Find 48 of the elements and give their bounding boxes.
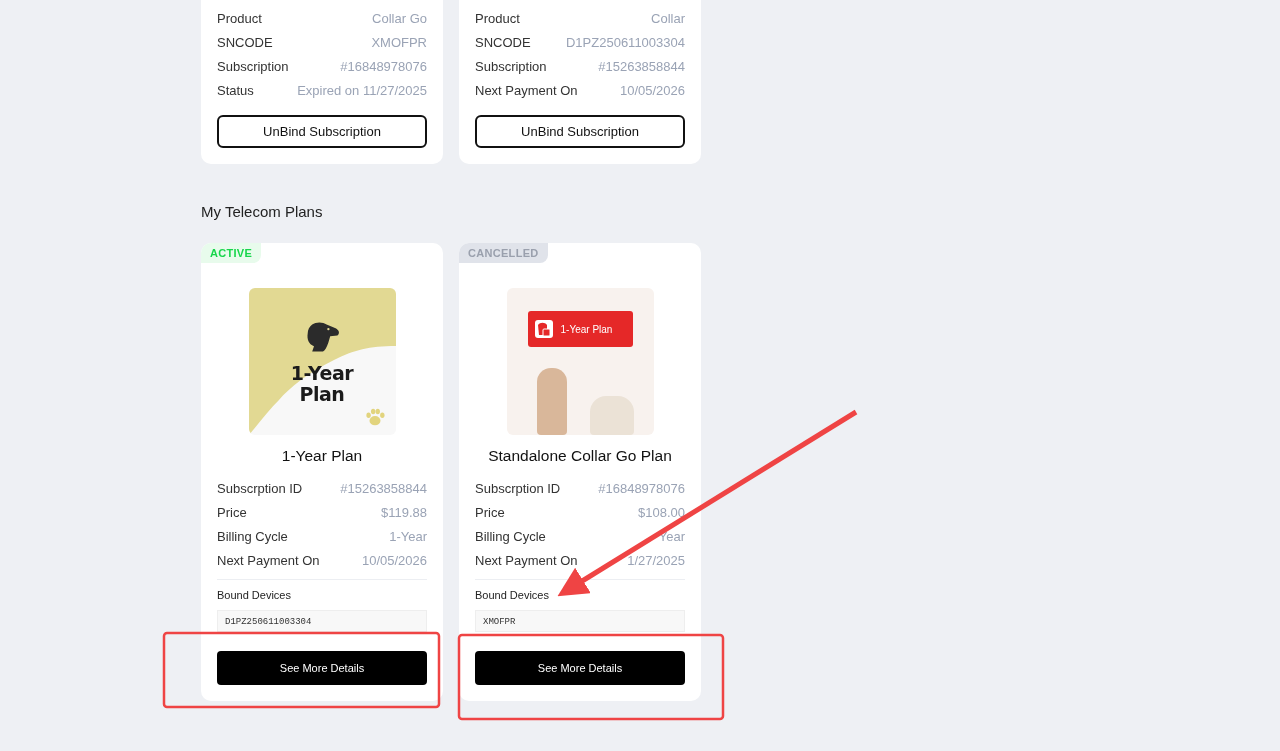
field-label: Product <box>217 10 262 26</box>
field-label: Bound Devices <box>217 589 292 603</box>
field-label: Product <box>475 10 520 26</box>
field-label: Subscrption ID <box>217 480 303 496</box>
details-button[interactable]: See More Details <box>475 651 685 685</box>
field-value: XMOFPR <box>371 34 427 50</box>
field-value: 10/05/2026 <box>361 552 427 568</box>
field-value: 1/27/2025 <box>627 552 685 568</box>
field-label: Bound Devices <box>475 589 550 603</box>
field-label: Next Payment On <box>475 82 578 98</box>
status-tag: ACTIVE <box>201 243 262 263</box>
field-label: Next Payment On <box>217 552 320 568</box>
field-label: SNCODE <box>475 34 531 50</box>
field-label: Next Payment On <box>475 552 578 568</box>
field-label: SNCODE <box>217 34 273 50</box>
field-label: Status <box>217 82 254 98</box>
field-value: Year <box>658 528 685 544</box>
artwork-text: Plan <box>299 384 345 405</box>
device-field: XMOFPR <box>475 610 685 632</box>
field-value: #15263858844 <box>598 58 685 74</box>
status-tag: CANCELLED <box>459 243 548 263</box>
field-value: #16848978076 <box>340 58 427 74</box>
field-label: Subscription <box>217 58 289 74</box>
unbind-button[interactable]: UnBind Subscription <box>217 115 427 148</box>
field-label: Price <box>475 504 505 520</box>
field-label: Subscrption ID <box>475 480 561 496</box>
field-value: #15263858844 <box>340 480 427 496</box>
field-value: Expired on 11/27/2025 <box>297 82 427 98</box>
details-button[interactable]: See More Details <box>217 651 427 685</box>
field-label: Subscription <box>475 58 547 74</box>
field-label: Billing Cycle <box>217 528 288 544</box>
field-value: D1PZ250611003304 <box>565 34 685 50</box>
field-value: Collar <box>651 10 685 26</box>
field-value: 1-Year <box>389 528 427 544</box>
artwork-text: 1-Year <box>290 363 354 384</box>
field-value: 10/05/2026 <box>619 82 685 98</box>
plan-title: Standalone Collar Go Plan <box>487 447 673 465</box>
field-value: $119.88 <box>380 504 427 520</box>
field-label: Price <box>217 504 247 520</box>
unbind-button[interactable]: UnBind Subscription <box>475 115 685 148</box>
field-label: Billing Cycle <box>475 528 546 544</box>
device-field: D1PZ250611003304 <box>217 610 427 632</box>
badge-label: 1-Year Plan <box>560 323 613 335</box>
field-value: Collar Go <box>372 10 427 26</box>
field-value: #16848978076 <box>598 480 685 496</box>
plan-title: 1-Year Plan <box>280 447 364 465</box>
field-value: $108.00 <box>638 504 685 520</box>
section-heading: My Telecom Plans <box>201 203 324 222</box>
